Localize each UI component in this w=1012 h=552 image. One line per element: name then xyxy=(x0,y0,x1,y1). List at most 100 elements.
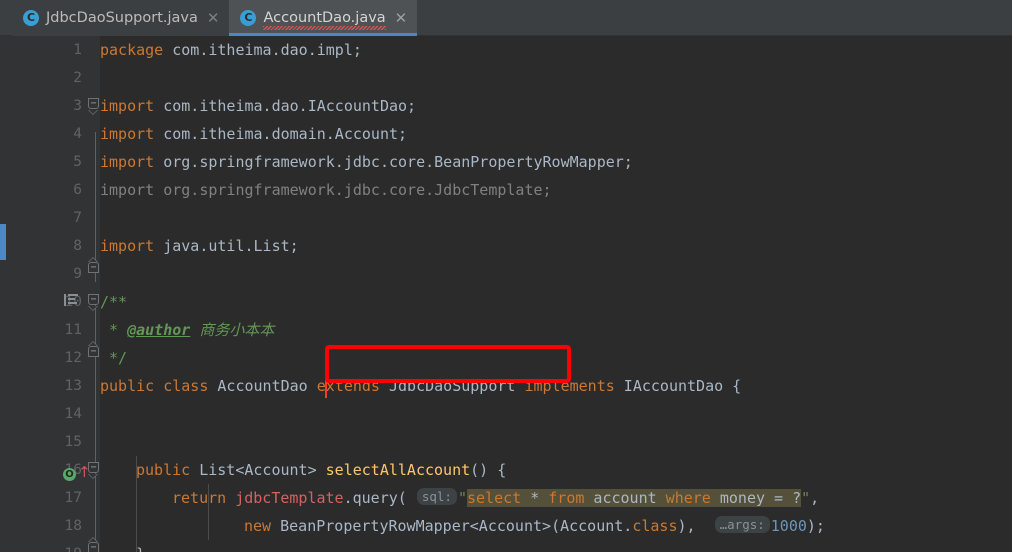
line-number: 9 xyxy=(73,266,82,282)
javadoc-close: */ xyxy=(100,349,128,367)
code-line-8[interactable]: import java.util.List; xyxy=(100,232,1012,260)
line-number: 7 xyxy=(73,210,82,226)
code-line-1[interactable]: package com.itheima.dao.impl; xyxy=(100,36,1012,64)
code-line-15[interactable] xyxy=(100,428,1012,456)
code-line-14[interactable] xyxy=(100,400,1012,428)
sql-star: * xyxy=(521,489,549,507)
tab-jdbcdaosupport-java[interactable]: C JdbcDaoSupport.java ✕ xyxy=(12,0,230,36)
line-number: 1 xyxy=(73,42,82,58)
rowmapper-type: BeanPropertyRowMapper<Account> xyxy=(280,517,552,535)
superclass-name: JdbcDaoSupport xyxy=(379,377,525,395)
code-line-6[interactable]: import org.springframework.jdbc.core.Jdb… xyxy=(100,176,1012,204)
tab-label: AccountDao.java xyxy=(263,10,386,30)
override-arrow-icon[interactable]: ↑ xyxy=(78,465,91,480)
line-number: 13 xyxy=(64,378,82,394)
text-caret xyxy=(325,376,327,398)
code-editor[interactable]: 1 2 3 4 5 6 7 8 9 10 11 12 13 14 15 16 1… xyxy=(0,36,1012,552)
import-path: com.itheima.domain.Account; xyxy=(154,125,408,143)
line-number: 19 xyxy=(12,540,82,552)
keyword-import: import xyxy=(100,237,155,255)
java-class-icon: C xyxy=(240,10,257,26)
tab-bar-left-padding xyxy=(0,0,12,35)
code-line-5[interactable]: import org.springframework.jdbc.core.Bea… xyxy=(100,148,1012,176)
sql-table-account: account xyxy=(584,489,666,507)
editor-tab-bar: C JdbcDaoSupport.java ✕ C AccountDao.jav… xyxy=(0,0,1012,36)
code-line-3[interactable]: import com.itheima.dao.IAccountDao; xyxy=(100,92,1012,120)
line-number: 5 xyxy=(73,154,82,170)
closing-brace: } xyxy=(136,545,145,552)
class-literal-keyword: class xyxy=(632,517,678,535)
keyword-return: return xyxy=(172,489,227,507)
javadoc-render-icon[interactable] xyxy=(64,294,78,306)
sql-placeholder: = ? xyxy=(774,489,802,507)
class-name: AccountDao xyxy=(208,377,317,395)
code-line-7[interactable] xyxy=(100,204,1012,232)
fold-region-line xyxy=(95,298,96,548)
line-number: 2 xyxy=(73,70,82,86)
sql-keyword-select: select xyxy=(466,489,522,507)
line-number: 15 xyxy=(64,434,82,450)
javadoc-author-value: 商务小本本 xyxy=(190,321,275,339)
parameter-hint-sql[interactable]: sql: xyxy=(416,488,457,505)
line-number: 17 xyxy=(64,490,82,506)
line-number: 18 xyxy=(64,518,82,534)
close-icon[interactable]: ✕ xyxy=(393,10,408,26)
line-number: 11 xyxy=(64,322,82,338)
code-line-10[interactable]: /** xyxy=(100,288,1012,316)
code-line-13[interactable]: public class AccountDao extends JdbcDaoS… xyxy=(100,372,1012,400)
import-path: java.util.List; xyxy=(154,237,299,255)
javadoc-author-tag: @author xyxy=(127,321,191,339)
interface-name: IAccountDao { xyxy=(614,377,742,395)
tab-label: JdbcDaoSupport.java xyxy=(46,10,198,26)
code-line-4[interactable]: import com.itheima.domain.Account; xyxy=(100,120,1012,148)
method-return-type: List<Account> xyxy=(190,461,326,479)
unused-import-statement: import org.springframework.jdbc.core.Jdb… xyxy=(100,181,552,199)
code-line-12[interactable]: */ xyxy=(100,344,1012,372)
javadoc-open: /** xyxy=(100,293,128,311)
import-path: com.itheima.dao.IAccountDao; xyxy=(154,97,417,115)
line-number: 3 xyxy=(73,98,82,114)
line-number: 12 xyxy=(64,350,82,366)
code-line-17[interactable]: return jdbcTemplate.query( sql: "select *… xyxy=(100,484,1012,512)
line-number: 8 xyxy=(73,238,82,254)
method-name: selectAllAccount xyxy=(325,461,471,479)
line-number: 4 xyxy=(73,126,82,142)
jdbctemplate-field: jdbcTemplate xyxy=(235,489,344,507)
keyword-import: import xyxy=(100,97,155,115)
code-line-11[interactable]: * @author 商务小本本 xyxy=(100,316,1012,344)
javadoc-star: * xyxy=(100,321,128,339)
keyword-new: new xyxy=(244,517,272,535)
sql-keyword-from: from xyxy=(548,489,585,507)
keyword-import: import xyxy=(100,153,155,171)
sql-column-money: money xyxy=(710,489,775,507)
java-class-icon: C xyxy=(23,10,39,26)
implemented-method-icon[interactable]: O xyxy=(63,468,76,481)
sql-keyword-where: where xyxy=(665,489,711,507)
idea-editor-window: C JdbcDaoSupport.java ✕ C AccountDao.jav… xyxy=(0,0,1012,552)
parameter-hint-args[interactable]: …args: xyxy=(714,516,770,533)
close-icon[interactable]: ✕ xyxy=(205,10,220,26)
keyword-implements: implements xyxy=(524,377,615,395)
code-line-16[interactable]: public List<Account> selectAllAccount() … xyxy=(100,456,1012,484)
keyword-public: public xyxy=(100,377,155,395)
line-number: 14 xyxy=(64,406,82,422)
line-number-gutter[interactable]: 1 2 3 4 5 6 7 8 9 10 11 12 13 14 15 16 1… xyxy=(6,36,92,552)
keyword-import: import xyxy=(100,125,155,143)
statement-close: ); xyxy=(806,517,825,535)
argument-value-1000: 1000 xyxy=(770,517,807,535)
keyword-class: class xyxy=(163,377,209,395)
code-text-area[interactable]: package com.itheima.dao.impl; import com… xyxy=(100,36,1012,552)
rowmapper-arg-close: ), xyxy=(677,517,696,535)
line-number: 6 xyxy=(73,182,82,198)
method-signature-tail: () { xyxy=(470,461,507,479)
code-line-2[interactable] xyxy=(100,64,1012,92)
keyword-public: public xyxy=(136,461,191,479)
import-path: org.springframework.jdbc.core.BeanProper… xyxy=(154,153,633,171)
code-line-9[interactable] xyxy=(100,260,1012,288)
query-method-call: query xyxy=(352,489,398,507)
code-line-19[interactable]: } xyxy=(100,540,1012,552)
tab-accountdao-java[interactable]: C AccountDao.java ✕ xyxy=(229,0,418,36)
code-line-18[interactable]: new BeanPropertyRowMapper<Account>(Accou… xyxy=(100,512,1012,540)
fold-region-line xyxy=(95,132,96,282)
code-folding-strip[interactable] xyxy=(92,36,100,552)
